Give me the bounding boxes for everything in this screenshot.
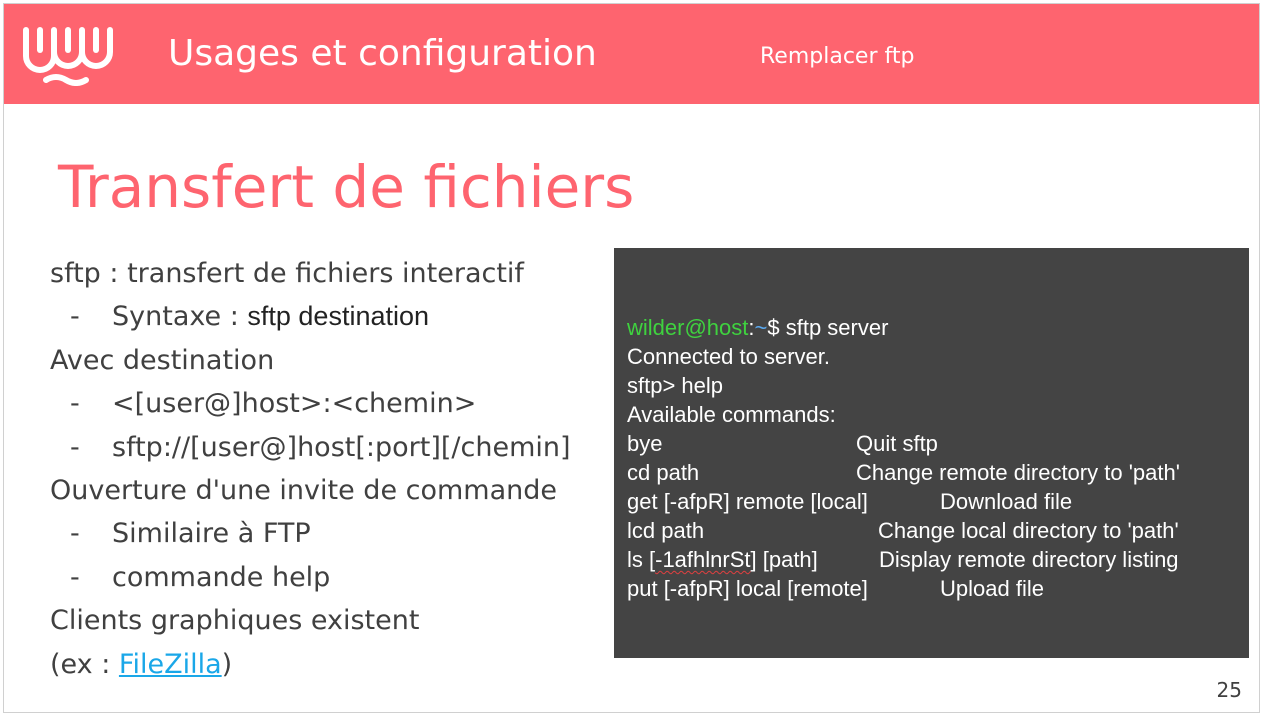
command-name: bye bbox=[627, 431, 663, 456]
dash-marker: - bbox=[70, 518, 80, 550]
terminal-command-row: lcd path Change local directory to 'path… bbox=[627, 516, 1237, 545]
header-subtitle: Remplacer ftp bbox=[760, 44, 915, 69]
command-name: ls [-1afhlnrSt] [path] bbox=[627, 547, 818, 572]
terminal-line: Available commands: bbox=[627, 402, 836, 427]
terminal-command-row: ls [-1afhlnrSt] [path] Display remote di… bbox=[627, 545, 1237, 574]
command-name: lcd path bbox=[627, 518, 705, 543]
terminal-window: wilder@host:~$ sftp server Connected to … bbox=[614, 248, 1249, 658]
terminal-command-row: get [-afpR] remote [local] Download file bbox=[627, 487, 1237, 516]
bullet-item: Avec destination bbox=[50, 344, 275, 376]
dash-marker: - bbox=[70, 301, 80, 333]
bullet-item: Clients graphiques existent bbox=[50, 605, 420, 637]
command-name: get [-afpR] remote [local] bbox=[627, 489, 868, 514]
slide: Usages et configuration Remplacer ftp Tr… bbox=[3, 3, 1260, 713]
command-description: Change remote directory to 'path' bbox=[856, 460, 1180, 485]
terminal-command-row: put [-afpR] local [remote] Upload file bbox=[627, 574, 1237, 603]
dash-marker: - bbox=[70, 431, 80, 463]
spellcheck-underline: -1afhlnrSt bbox=[655, 547, 751, 572]
sub-bullet-item: - <[user@]host>:<chemin> bbox=[50, 382, 610, 425]
bullet-item: sftp : transfert de fichiers interactif bbox=[50, 258, 524, 289]
terminal-prompt-line: wilder@host:~$ sftp server bbox=[627, 315, 889, 340]
bullet-item: Ouverture d'une invite de commande bbox=[50, 474, 558, 506]
terminal-line: sftp> help bbox=[627, 373, 724, 398]
prompt-path: ~ bbox=[754, 315, 768, 340]
header-title: Usages et configuration bbox=[168, 33, 597, 74]
command-description: Change local directory to 'path' bbox=[878, 518, 1179, 543]
sub-bullet-item: - commande help bbox=[50, 556, 610, 599]
bullet-list: sftp : transfert de fichiers interactif … bbox=[50, 252, 610, 686]
command-description: Quit sftp bbox=[856, 431, 938, 456]
command-description: Upload file bbox=[940, 576, 1044, 601]
sub-bullet-item: - Similaire à FTP bbox=[50, 512, 610, 555]
command-name: put [-afpR] local [remote] bbox=[627, 576, 868, 601]
sub-bullet-item: - sftp://[user@]host[:port][/chemin] bbox=[50, 426, 610, 469]
command-name: cd path bbox=[627, 460, 700, 485]
sub-bullet-item: - Syntaxe : sftp destination bbox=[50, 295, 610, 338]
prompt-user: wilder@host bbox=[627, 315, 749, 340]
command-description: Download file bbox=[940, 489, 1073, 514]
syntax-code: sftp destination bbox=[247, 301, 430, 332]
prompt-command: $ sftp server bbox=[767, 315, 889, 340]
bullet-item: (ex : FileZilla) bbox=[50, 648, 233, 680]
terminal-command-row: cd path Change remote directory to 'path… bbox=[627, 458, 1237, 487]
slide-title: Transfert de fichiers bbox=[58, 153, 635, 221]
command-description: Display remote directory listing bbox=[879, 547, 1179, 572]
wild-code-school-logo-icon bbox=[23, 27, 113, 86]
filezilla-link[interactable]: FileZilla bbox=[119, 649, 222, 680]
dash-marker: - bbox=[70, 388, 80, 420]
dash-marker: - bbox=[70, 561, 80, 593]
header-bar: Usages et configuration Remplacer ftp bbox=[4, 4, 1259, 104]
page-number: 25 bbox=[1216, 678, 1242, 702]
terminal-command-row: bye Quit sftp bbox=[627, 429, 1237, 458]
terminal-line: Connected to server. bbox=[627, 344, 831, 369]
